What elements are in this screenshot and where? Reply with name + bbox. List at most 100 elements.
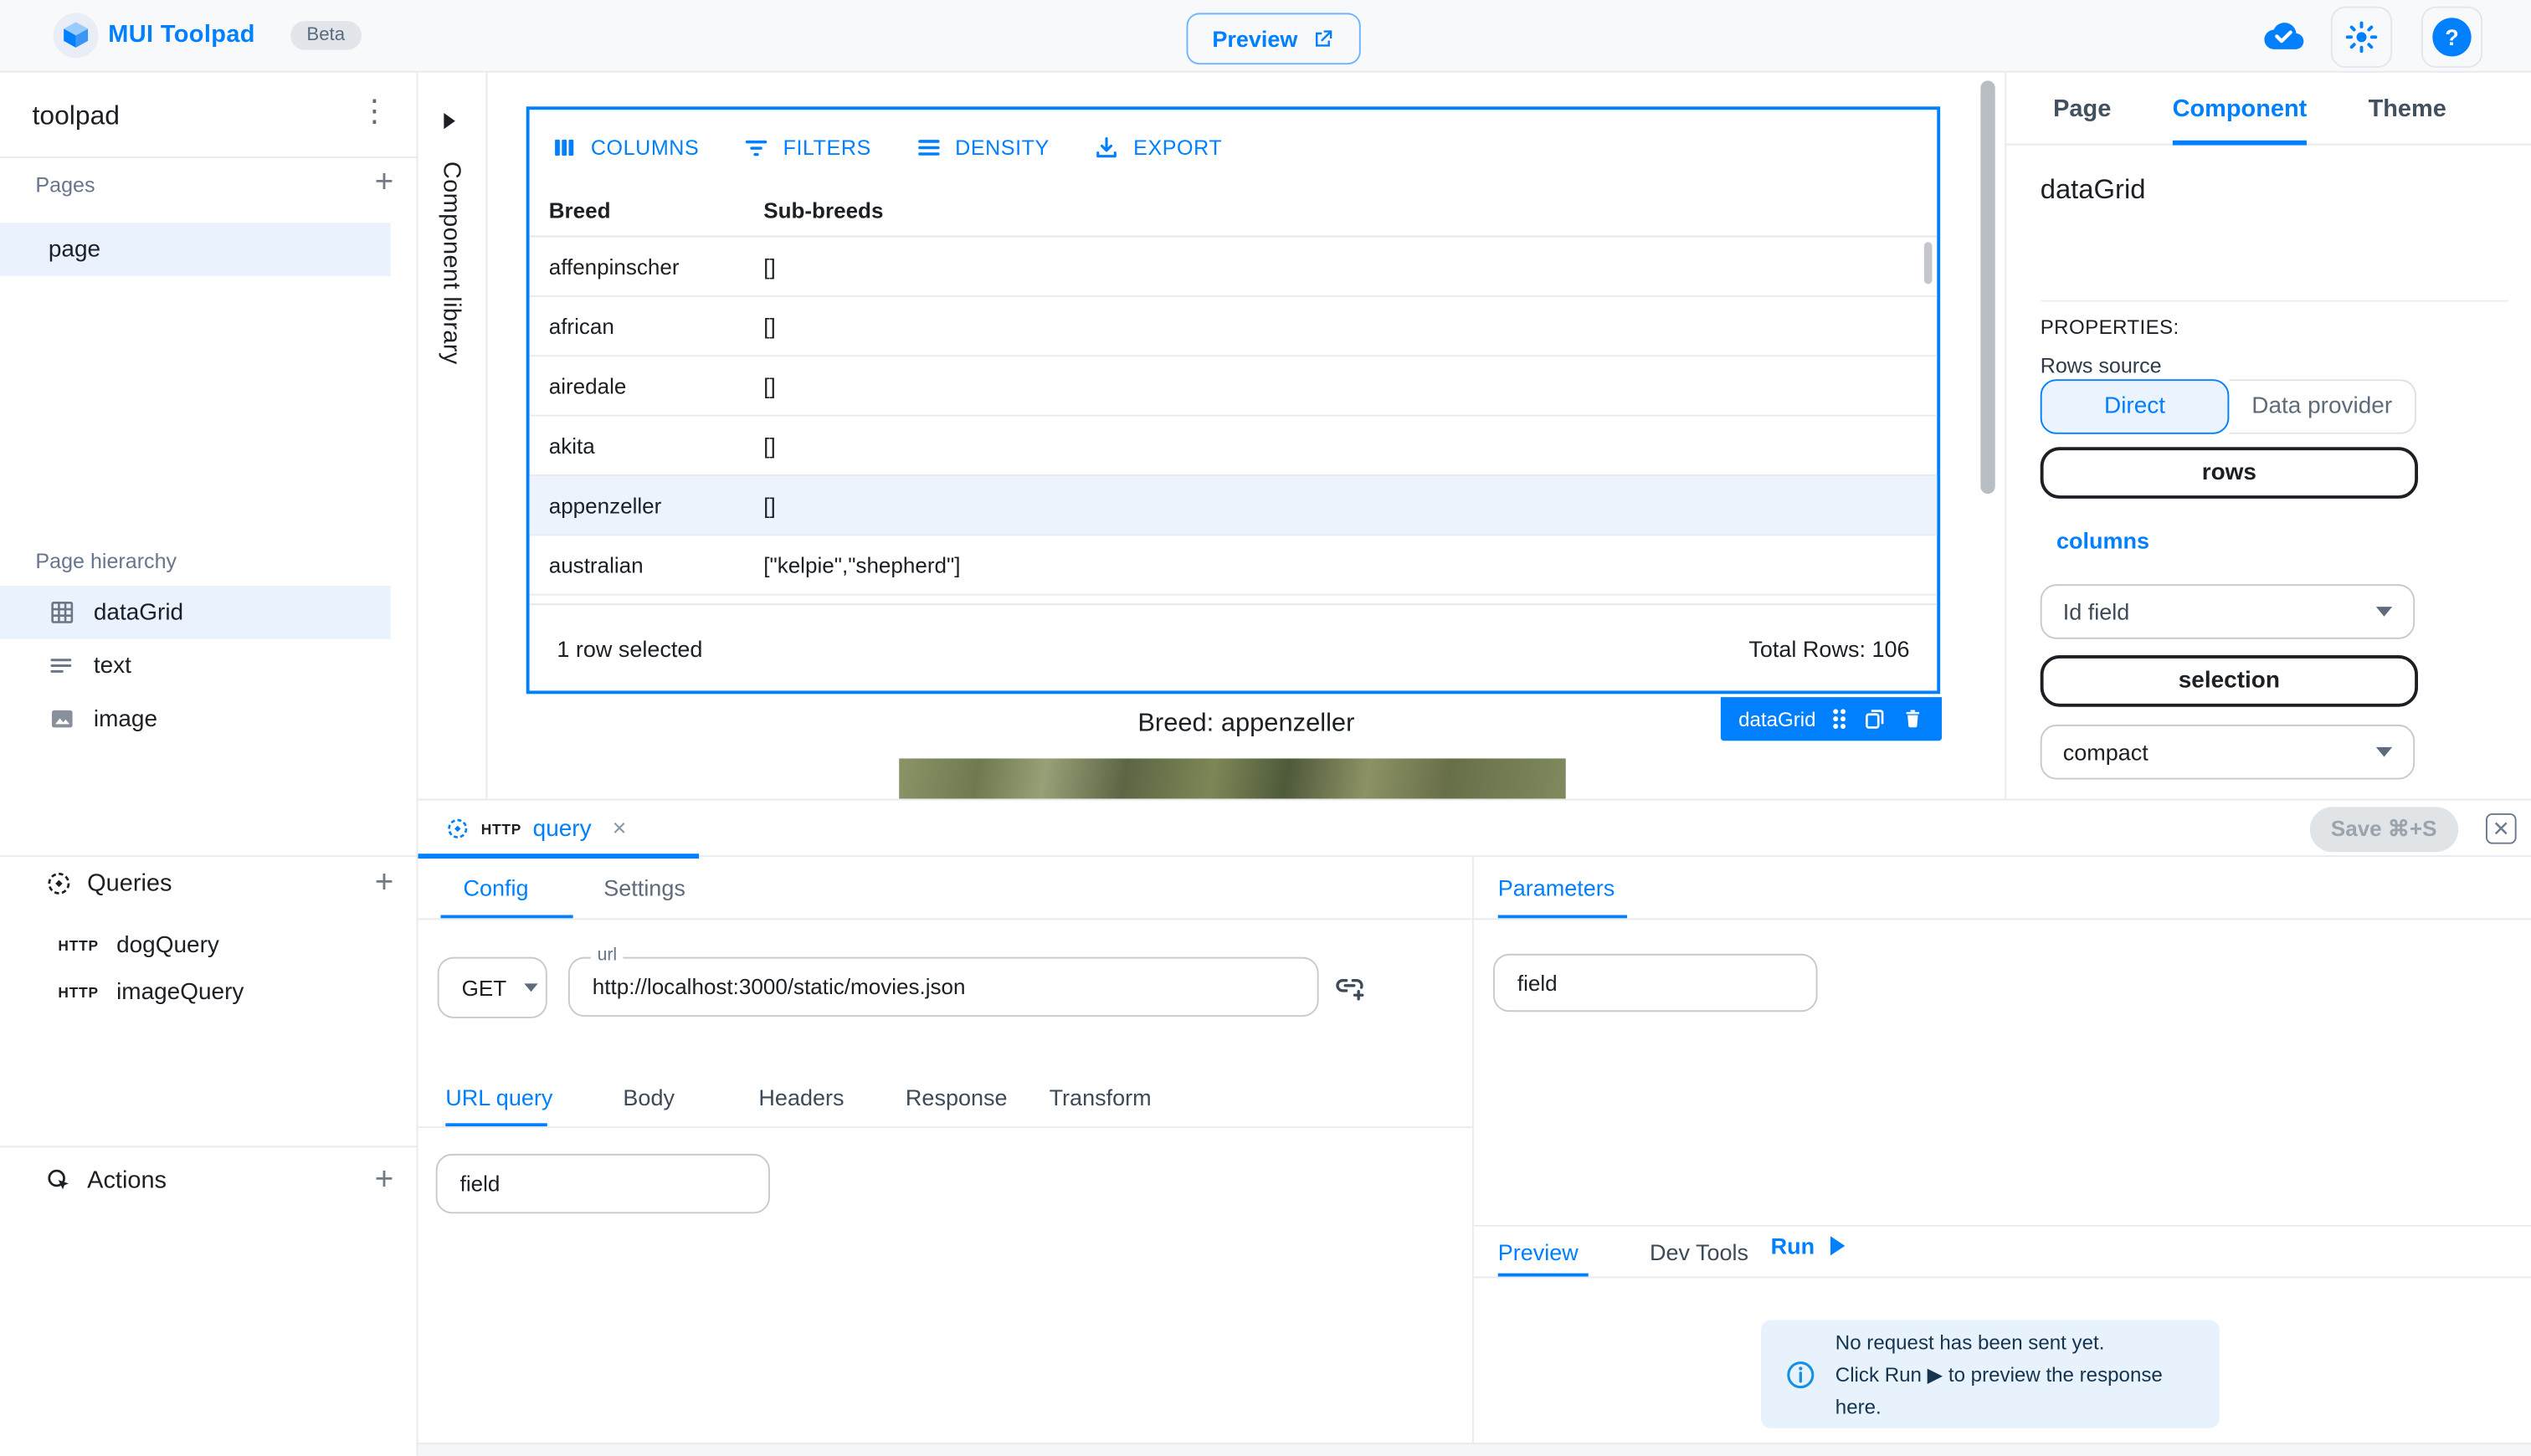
page-hierarchy-header: Page hierarchy	[35, 549, 177, 573]
columns-toolbar-label: COLUMNS	[591, 135, 699, 159]
chevron-down-icon	[2376, 747, 2392, 757]
hierarchy-item-label: image	[94, 706, 157, 732]
hierarchy-item-label: dataGrid	[94, 599, 183, 625]
theme-toggle-button[interactable]	[2331, 7, 2392, 68]
project-title: toolpad	[33, 101, 120, 132]
density-toolbar-button[interactable]: DENSITY	[915, 133, 1050, 161]
filter-list-icon	[742, 133, 770, 161]
datagrid-scrollbar[interactable]	[1924, 242, 1933, 284]
tab-transform[interactable]: Transform	[1050, 1084, 1152, 1110]
preview-button[interactable]: Preview	[1186, 13, 1360, 64]
table-row[interactable]: african []	[530, 297, 1938, 356]
text-icon	[49, 652, 76, 679]
tab-url-query[interactable]: URL query	[445, 1084, 552, 1110]
add-page-button[interactable]: +	[368, 167, 401, 199]
query-item-dogquery[interactable]: HTTP dogQuery	[0, 918, 391, 972]
save-button[interactable]: Save ⌘+S	[2310, 807, 2458, 852]
tab-headers[interactable]: Headers	[758, 1084, 844, 1110]
project-menu-button[interactable]: ⋮	[358, 94, 391, 131]
beta-badge: Beta	[290, 21, 361, 50]
tab-page[interactable]: Page	[2053, 72, 2111, 145]
id-field-select[interactable]: Id field	[2041, 584, 2415, 639]
export-toolbar-button[interactable]: EXPORT	[1093, 133, 1222, 161]
sidebar-item-page[interactable]: page	[0, 223, 391, 276]
columns-editor-link[interactable]: columns	[2056, 528, 2149, 554]
view-columns-icon	[551, 133, 578, 161]
column-header-breed[interactable]: Breed	[530, 197, 764, 222]
url-input[interactable]: http://localhost:3000/static/movies.json	[568, 957, 1319, 1017]
add-query-button[interactable]: +	[368, 867, 401, 900]
app-title: MUI Toolpad	[108, 21, 255, 49]
cell-breed: akita	[530, 433, 764, 458]
app-header: MUI Toolpad Beta Preview ?	[0, 0, 2531, 73]
close-panel-icon[interactable]: ✕	[2486, 813, 2517, 844]
tab-parameters[interactable]: Parameters	[1498, 874, 1615, 900]
cell-breed: appenzeller	[530, 493, 764, 517]
http-badge: HTTP	[481, 821, 521, 837]
rows-source-label: Rows source	[2041, 353, 2162, 377]
page-item-label: page	[49, 237, 100, 263]
density-toolbar-label: DENSITY	[955, 135, 1050, 159]
selection-binding-button[interactable]: selection	[2041, 655, 2418, 707]
rows-source-data-provider-button[interactable]: Data provider	[2229, 379, 2416, 434]
rows-source-direct-button[interactable]: Direct	[2041, 379, 2230, 434]
parameters-field-input[interactable]: field	[1493, 954, 1818, 1012]
run-button[interactable]: Run	[1771, 1233, 1846, 1259]
rows-binding-button[interactable]: rows	[2041, 447, 2418, 499]
component-library-strip: Component library	[418, 73, 487, 799]
tab-response[interactable]: Response	[906, 1084, 1008, 1110]
filters-toolbar-button[interactable]: FILTERS	[742, 133, 871, 161]
cell-sub-breeds: []	[763, 373, 1937, 397]
density-select[interactable]: compact	[2041, 725, 2415, 780]
density-value: compact	[2063, 739, 2149, 765]
tab-settings[interactable]: Settings	[603, 874, 685, 900]
url-query-field-input[interactable]: field	[436, 1154, 770, 1213]
tab-component[interactable]: Component	[2173, 72, 2308, 145]
table-row[interactable]: australian ["kelpie","shepherd"]	[530, 536, 1938, 595]
id-field-value: Id field	[2063, 598, 2130, 624]
tab-config[interactable]: Config	[463, 874, 528, 900]
table-row[interactable]: airedale []	[530, 356, 1938, 416]
image-component[interactable]	[899, 758, 1565, 798]
hierarchy-item-image[interactable]: image	[0, 692, 391, 746]
url-add-binding-icon[interactable]	[1335, 972, 1366, 1002]
export-toolbar-label: EXPORT	[1133, 135, 1222, 159]
table-row[interactable]: affenpinscher []	[530, 237, 1938, 296]
query-tab[interactable]: HTTP query ×	[436, 801, 636, 857]
cloud-synced-icon	[2263, 21, 2305, 52]
preview-button-label: Preview	[1212, 26, 1297, 52]
url-value: http://localhost:3000/static/movies.json	[593, 975, 966, 999]
explorer-sidebar: toolpad ⋮ Pages + page Page hierarchy da…	[0, 73, 418, 1456]
cell-sub-breeds: []	[763, 433, 1937, 458]
query-tab-bar: HTTP query × Save ⌘+S ✕	[418, 801, 2530, 857]
datagrid-header-row: Breed Sub-breeds	[530, 184, 1938, 238]
datagrid-component[interactable]: COLUMNS FILTERS DENSITY	[526, 106, 1940, 694]
sun-icon	[2344, 19, 2379, 54]
add-action-button[interactable]: +	[368, 1163, 401, 1196]
method-select[interactable]: GET	[438, 957, 547, 1018]
query-item-imagequery[interactable]: HTTP imageQuery	[0, 965, 391, 1018]
cell-sub-breeds: []	[763, 314, 1937, 338]
table-row[interactable]: akita []	[530, 417, 1938, 476]
component-library-expand-icon[interactable]	[444, 113, 455, 129]
open-in-new-icon	[1311, 27, 1335, 51]
hierarchy-item-text[interactable]: text	[0, 639, 391, 693]
close-tab-icon[interactable]: ×	[613, 815, 627, 843]
column-header-sub-breeds[interactable]: Sub-breeds	[763, 197, 1937, 222]
tab-preview[interactable]: Preview	[1498, 1239, 1579, 1265]
grid-icon	[49, 598, 76, 626]
tab-dev-tools[interactable]: Dev Tools	[1650, 1239, 1748, 1265]
help-button[interactable]: ?	[2421, 7, 2482, 68]
table-row-selected[interactable]: appenzeller []	[530, 476, 1938, 536]
columns-toolbar-button[interactable]: COLUMNS	[551, 133, 700, 161]
text-component[interactable]: Breed: appenzeller	[487, 710, 2005, 740]
tab-body[interactable]: Body	[623, 1084, 675, 1110]
tab-theme[interactable]: Theme	[2369, 72, 2446, 145]
canvas-scrollbar[interactable]	[1980, 80, 1995, 494]
datagrid-footer: 1 row selected Total Rows: 106	[530, 603, 1938, 690]
cell-sub-breeds: []	[763, 254, 1937, 279]
method-value: GET	[462, 976, 507, 1000]
run-button-label: Run	[1771, 1233, 1815, 1259]
hierarchy-item-datagrid[interactable]: dataGrid	[0, 586, 391, 639]
cell-breed: african	[530, 314, 764, 338]
